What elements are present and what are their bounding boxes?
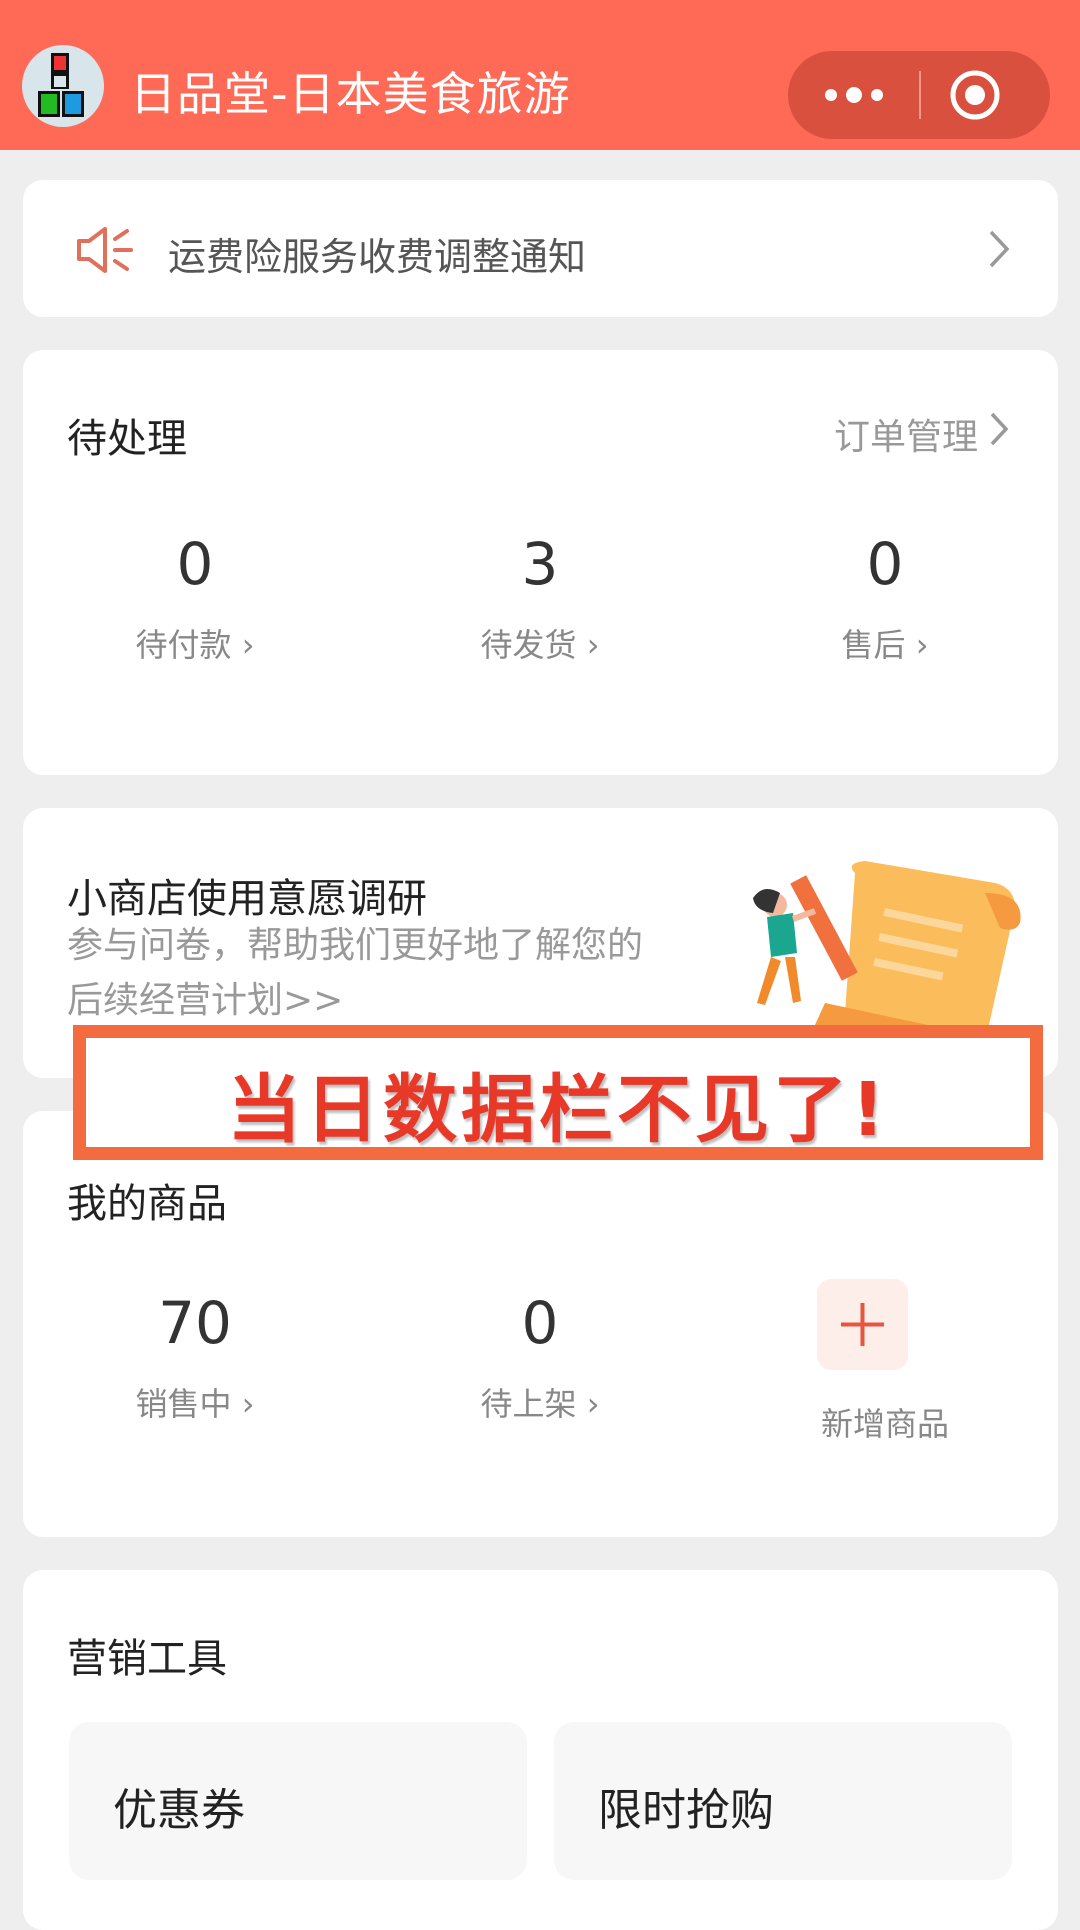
stat-value: 0 — [866, 530, 904, 598]
plus-icon — [841, 1303, 884, 1346]
stat-value: 0 — [176, 530, 214, 598]
chevron-right-icon — [990, 412, 1009, 446]
products-title: 我的商品 — [67, 1181, 227, 1227]
add-product-label: 新增商品 — [820, 1405, 949, 1443]
tool-coupon[interactable]: 优惠券 — [69, 1722, 527, 1880]
annotation-banner: 当日数据栏不见了! — [73, 1025, 1043, 1160]
order-management-link[interactable]: 订单管理 — [834, 408, 978, 460]
notice-card[interactable]: 运费险服务收费调整通知 — [23, 180, 1058, 317]
stat-on-sale[interactable]: 70 销售中 › — [45, 1289, 345, 1425]
tool-flash-sale[interactable]: 限时抢购 — [554, 1722, 1012, 1880]
stat-value: 0 — [521, 1289, 559, 1357]
stat-label: 待上架 › — [480, 1385, 600, 1423]
stat-label: 待发货 › — [480, 626, 600, 664]
tool-label: 限时抢购 — [598, 1785, 774, 1836]
marketing-title: 营销工具 — [67, 1636, 227, 1682]
stat-pending-listing[interactable]: 0 待上架 › — [390, 1289, 690, 1425]
notice-text: 运费险服务收费调整通知 — [168, 235, 587, 279]
stat-value: 3 — [521, 530, 559, 598]
speaker-icon — [77, 227, 133, 273]
stat-label: 销售中 › — [135, 1385, 255, 1423]
survey-title: 小商店使用意愿调研 — [67, 876, 427, 922]
more-button[interactable] — [788, 51, 919, 139]
app-logo — [22, 45, 104, 127]
add-product-label-wrap: 新增商品 — [735, 1399, 1035, 1445]
add-product-button[interactable] — [817, 1279, 908, 1370]
stat-value: 70 — [158, 1289, 232, 1357]
stat-after-sales[interactable]: 0 售后 › — [735, 530, 1035, 666]
app-header: 日品堂-日本美食旅游 — [0, 0, 1080, 150]
pending-card: 待处理 订单管理 0 待付款 › 3 待发货 › 0 售后 › — [23, 350, 1058, 775]
close-button[interactable] — [921, 51, 1050, 139]
survey-subtitle: 参与问卷，帮助我们更好地了解您的后续经营计划>> — [67, 925, 644, 1021]
tool-label: 优惠券 — [113, 1785, 245, 1836]
app-title: 日品堂-日本美食旅游 — [130, 67, 571, 121]
marketing-card: 营销工具 优惠券 限时抢购 — [23, 1570, 1058, 1930]
mini-program-capsule — [788, 51, 1050, 139]
stat-label: 待付款 › — [135, 626, 255, 664]
target-circle-icon — [950, 70, 1000, 120]
stat-pending-shipment[interactable]: 3 待发货 › — [390, 530, 690, 666]
chevron-right-icon — [989, 230, 1010, 268]
annotation-text: 当日数据栏不见了! — [227, 1067, 889, 1153]
more-dots-icon — [825, 87, 883, 103]
stat-label: 售后 › — [841, 626, 929, 664]
stat-pending-payment[interactable]: 0 待付款 › — [45, 530, 345, 666]
pending-title: 待处理 — [67, 416, 187, 462]
